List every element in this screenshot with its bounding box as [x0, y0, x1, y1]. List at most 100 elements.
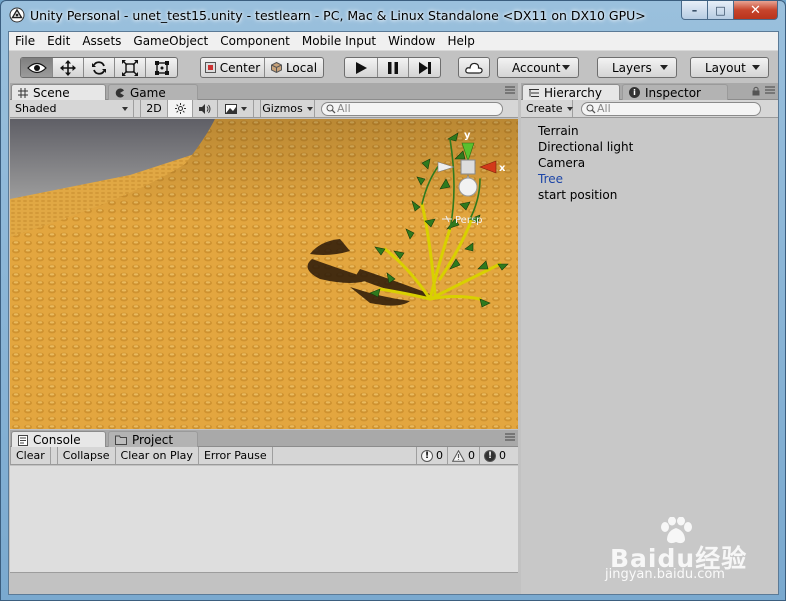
pivot-local-button[interactable]: Local	[265, 58, 323, 77]
hierarchy-item-camera[interactable]: Camera	[521, 155, 778, 171]
folder-icon	[115, 435, 127, 445]
console-log-area[interactable]	[10, 466, 518, 574]
create-dropdown[interactable]: Create	[521, 100, 573, 117]
chevron-down-icon	[122, 106, 128, 111]
menu-help[interactable]: Help	[441, 34, 480, 48]
layers-label: Layers	[612, 60, 652, 75]
chevron-down-icon	[566, 106, 573, 111]
pivot-center-button[interactable]: Center	[201, 58, 265, 77]
console-clear-on-play-button[interactable]: Clear on Play	[116, 447, 199, 464]
pause-button[interactable]	[378, 58, 409, 77]
window-controls: – □ ✕	[681, 1, 778, 20]
transform-tools	[20, 57, 178, 78]
console-collapse-button[interactable]: Collapse	[56, 447, 116, 464]
hierarchy-item-terrain[interactable]: Terrain	[521, 123, 778, 139]
menu-assets[interactable]: Assets	[76, 34, 127, 48]
menu-mobile-input[interactable]: Mobile Input	[296, 34, 382, 48]
close-button[interactable]: ✕	[734, 1, 778, 20]
title-bar[interactable]: Unity Personal - unet_test15.unity - tes…	[1, 1, 785, 31]
hierarchy-item-tree[interactable]: Tree	[521, 171, 778, 187]
step-icon	[418, 61, 431, 74]
menu-gameobject[interactable]: GameObject	[127, 34, 214, 48]
tab-hierarchy-label: Hierarchy	[544, 86, 603, 100]
cloud-icon	[465, 62, 483, 74]
account-dropdown[interactable]: Account	[497, 57, 579, 78]
layers-dropdown[interactable]: Layers	[597, 57, 677, 78]
menu-component[interactable]: Component	[214, 34, 296, 48]
hierarchy-item-directional-light[interactable]: Directional light	[521, 139, 778, 155]
error-count-toggle[interactable]: ! 0	[479, 447, 510, 464]
hierarchy-item-start-position[interactable]: start position	[521, 187, 778, 203]
pause-icon	[388, 61, 398, 74]
tab-project-label: Project	[132, 432, 174, 447]
rotate-icon	[92, 60, 106, 75]
menu-edit[interactable]: Edit	[41, 34, 76, 48]
pane-menu-icon[interactable]	[765, 86, 775, 94]
tab-scene[interactable]: Scene	[11, 84, 106, 101]
play-controls	[344, 57, 441, 78]
scene-tabbar: Scene Game	[10, 83, 518, 101]
scene-audio-toggle[interactable]	[193, 100, 218, 117]
tab-inspector[interactable]: i Inspector	[622, 84, 728, 100]
close-icon: ✕	[750, 2, 761, 18]
scene-search-input[interactable]: All	[321, 101, 503, 116]
info-count: 0	[436, 449, 443, 462]
projection-label[interactable]: Persp	[455, 215, 483, 226]
tab-scene-label: Scene	[33, 86, 70, 100]
rotate-tool-button[interactable]	[84, 58, 115, 77]
chevron-down-icon	[660, 65, 668, 70]
toggle-2d-label: 2D	[146, 102, 162, 115]
gizmos-dropdown[interactable]: Gizmos	[260, 100, 315, 117]
pane-menu-icon[interactable]	[505, 86, 515, 94]
play-icon	[356, 61, 367, 74]
error-icon: !	[484, 449, 496, 462]
warning-count-toggle[interactable]: 0	[447, 447, 479, 464]
view-tool-button[interactable]	[21, 58, 53, 77]
info-count-toggle[interactable]: ! 0	[416, 447, 447, 464]
move-tool-button[interactable]	[53, 58, 84, 77]
scene-viewport[interactable]: y x Persp	[10, 119, 518, 429]
rect-tool-icon	[154, 60, 169, 75]
scene-render[interactable]: y x Persp	[10, 119, 518, 429]
collab-group	[458, 57, 490, 78]
unity-editor-window: Unity Personal - unet_test15.unity - tes…	[0, 0, 786, 601]
layout-dropdown[interactable]: Layout	[690, 57, 769, 78]
account-label: Account	[512, 60, 561, 75]
step-button[interactable]	[409, 58, 440, 77]
tab-hierarchy[interactable]: Hierarchy	[522, 84, 620, 101]
menu-file[interactable]: File	[9, 34, 41, 48]
tab-project[interactable]: Project	[108, 431, 198, 447]
shading-mode-dropdown[interactable]: Shaded	[10, 100, 134, 117]
sun-icon	[174, 103, 186, 114]
tab-game[interactable]: Game	[108, 84, 198, 100]
tab-console[interactable]: Console	[11, 431, 106, 448]
menu-window[interactable]: Window	[382, 34, 441, 48]
pane-menu-icon[interactable]	[505, 433, 515, 441]
minimize-icon: –	[691, 3, 698, 17]
minimize-button[interactable]: –	[681, 1, 708, 20]
maximize-button[interactable]: □	[708, 1, 734, 20]
move-arrows-icon	[60, 59, 76, 76]
hierarchy-search-input[interactable]: All	[581, 101, 761, 116]
console-error-pause-button[interactable]: Error Pause	[199, 447, 273, 464]
pivot-center-label: Center	[219, 60, 261, 75]
lock-icon[interactable]	[752, 86, 760, 96]
window-title: Unity Personal - unet_test15.unity - tes…	[30, 8, 646, 23]
tab-game-label: Game	[130, 85, 166, 100]
scene-lighting-toggle[interactable]	[168, 100, 193, 117]
play-button[interactable]	[345, 58, 378, 77]
rect-tool-button[interactable]	[146, 58, 177, 77]
gizmos-label: Gizmos	[262, 102, 303, 115]
watermark-url: jingyan.baidu.com	[605, 567, 725, 582]
cloud-button[interactable]	[459, 58, 489, 77]
scene-pane: Scene Game Shaded 2D Gizmos All y x Pers…	[10, 83, 518, 429]
layout-label: Layout	[705, 60, 746, 75]
scale-tool-button[interactable]	[115, 58, 146, 77]
image-effects-icon	[224, 103, 237, 114]
scene-effects-dropdown[interactable]	[218, 100, 254, 117]
editor-client-area: File Edit Assets GameObject Component Mo…	[8, 31, 779, 595]
toggle-2d-button[interactable]: 2D	[140, 100, 168, 117]
console-clear-button[interactable]: Clear	[10, 447, 51, 464]
hierarchy-list: Terrain Directional light Camera Tree st…	[521, 119, 778, 203]
local-cube-icon	[270, 62, 282, 73]
